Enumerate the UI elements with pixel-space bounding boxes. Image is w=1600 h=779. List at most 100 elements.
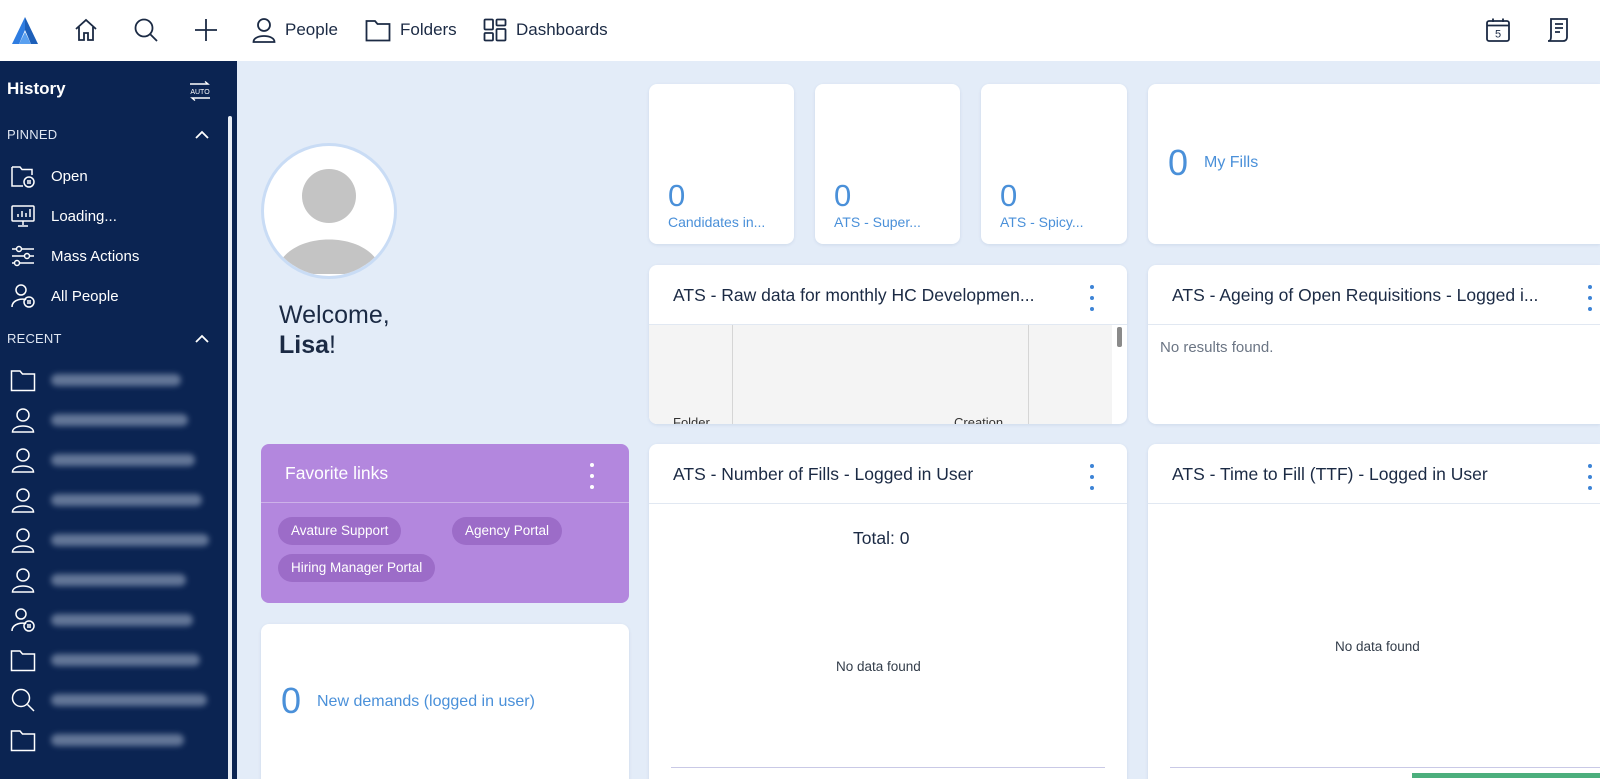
sidebar-item-loading[interactable]: Loading... xyxy=(10,196,225,236)
sidebar-item-open[interactable]: Open xyxy=(10,156,225,196)
new-demands-card[interactable]: 0 New demands (logged in user) xyxy=(261,624,629,779)
search-icon xyxy=(10,687,36,713)
redacted-label xyxy=(51,494,202,506)
sidebar-scrollbar[interactable] xyxy=(228,116,232,779)
redacted-label xyxy=(51,374,181,386)
auto-label: AUTO xyxy=(190,89,210,96)
my-fills-label: My Fills xyxy=(1204,154,1259,171)
column-header-creation[interactable]: Creation xyxy=(954,415,1003,424)
nav-folders-label: Folders xyxy=(400,20,457,39)
favorite-link-hiring-manager-portal[interactable]: Hiring Manager Portal xyxy=(278,554,436,582)
fills-total: Total: 0 xyxy=(853,528,910,548)
widget-number-of-fills: ATS - Number of Fills - Logged in User T… xyxy=(649,444,1127,779)
widget-raw-data: ATS - Raw data for monthly HC Developmen… xyxy=(649,265,1127,424)
kebab-menu-icon[interactable] xyxy=(589,463,595,489)
widget-title: ATS - Number of Fills - Logged in User xyxy=(673,464,974,484)
person-icon xyxy=(252,18,276,43)
search-icon[interactable] xyxy=(130,14,162,46)
stat-label: ATS - Spicy... xyxy=(1000,214,1084,230)
auto-toggle-icon[interactable]: AUTO xyxy=(188,80,212,102)
redacted-label xyxy=(51,534,209,546)
sidebar-item-label: Mass Actions xyxy=(51,247,140,265)
folder-icon xyxy=(10,647,36,673)
redacted-label xyxy=(51,654,200,666)
sidebar-recent-item[interactable] xyxy=(10,600,225,640)
sidebar-recent-item[interactable] xyxy=(10,680,225,720)
dashboard-grid-icon xyxy=(483,18,507,42)
history-sidebar: History AUTO PINNED Open Loading... Mass… xyxy=(0,61,237,779)
sliders-icon xyxy=(10,243,36,269)
redacted-label xyxy=(51,694,207,706)
column-header-folder[interactable]: Folder xyxy=(673,415,710,424)
chart-board-icon xyxy=(10,203,36,229)
favorite-link-agency-portal[interactable]: Agency Portal xyxy=(452,517,563,545)
table-scrollbar[interactable] xyxy=(1117,327,1122,347)
chart-baseline xyxy=(671,767,1105,768)
top-bar: People Folders Dashboards 5 xyxy=(0,0,1600,61)
person-icon xyxy=(10,527,36,553)
chevron-up-icon[interactable] xyxy=(194,334,210,344)
new-demands-value: 0 xyxy=(281,680,302,721)
calendar-day: 5 xyxy=(1495,29,1501,41)
person-icon xyxy=(10,407,36,433)
welcome-greeting: Welcome, xyxy=(279,301,390,329)
person-icon xyxy=(10,567,36,593)
kebab-menu-icon[interactable] xyxy=(1089,285,1095,311)
stat-card-my-fills[interactable]: 0 My Fills xyxy=(1148,84,1600,244)
chart-baseline xyxy=(1170,767,1600,768)
recent-section-label: RECENT xyxy=(7,331,62,346)
sidebar-recent-item[interactable] xyxy=(10,360,225,400)
stat-label: Candidates in... xyxy=(668,214,766,230)
kebab-menu-icon[interactable] xyxy=(1587,285,1593,311)
redacted-label xyxy=(51,614,193,626)
stat-label: ATS - Super... xyxy=(834,214,921,230)
kebab-menu-icon[interactable] xyxy=(1089,464,1095,490)
sidebar-recent-item[interactable] xyxy=(10,480,225,520)
user-name: Lisa xyxy=(279,331,330,359)
folder-icon xyxy=(10,727,36,753)
sidebar-item-all-people[interactable]: All People xyxy=(10,276,225,316)
sidebar-recent-item[interactable] xyxy=(10,520,225,560)
redacted-label xyxy=(51,574,186,586)
nav-people[interactable]: People xyxy=(252,14,338,46)
sidebar-recent-item[interactable] xyxy=(10,400,225,440)
stat-value: 0 xyxy=(834,178,852,213)
notes-icon[interactable] xyxy=(1542,14,1574,46)
add-icon[interactable] xyxy=(190,14,222,46)
widget-ageing: ATS - Ageing of Open Requisitions - Logg… xyxy=(1148,265,1600,424)
widget-title: ATS - Raw data for monthly HC Developmen… xyxy=(673,285,1035,305)
sidebar-recent-item[interactable] xyxy=(10,720,225,760)
pinned-section-label: PINNED xyxy=(7,127,58,142)
nav-people-label: People xyxy=(285,20,338,39)
sidebar-title: History xyxy=(7,79,66,98)
sidebar-recent-item[interactable] xyxy=(10,560,225,600)
person-icon xyxy=(10,447,36,473)
person-icon xyxy=(10,487,36,513)
calendar-icon[interactable]: 5 xyxy=(1482,14,1514,46)
sidebar-item-label: Loading... xyxy=(51,207,117,225)
widget-title: Favorite links xyxy=(285,463,389,483)
welcome-message: Welcome, Lisa! xyxy=(279,300,390,360)
chevron-up-icon[interactable] xyxy=(194,130,210,140)
app-logo[interactable] xyxy=(10,15,40,45)
favorite-link-avature-support[interactable]: Avature Support xyxy=(278,517,402,545)
stat-value: 0 xyxy=(668,178,686,213)
stat-card-ats-super[interactable]: 0 ATS - Super... xyxy=(815,84,960,244)
redacted-label xyxy=(51,454,195,466)
stat-card-ats-spicy[interactable]: 0 ATS - Spicy... xyxy=(981,84,1127,244)
sidebar-recent-item[interactable] xyxy=(10,640,225,680)
nav-folders[interactable]: Folders xyxy=(365,14,457,46)
nav-dashboards[interactable]: Dashboards xyxy=(483,14,608,46)
kebab-menu-icon[interactable] xyxy=(1587,464,1593,490)
person-list-icon xyxy=(10,607,36,633)
folder-icon xyxy=(10,367,36,393)
nav-dashboards-label: Dashboards xyxy=(516,20,608,39)
sidebar-recent-item[interactable] xyxy=(10,440,225,480)
avatar[interactable] xyxy=(261,143,397,279)
empty-message: No data found xyxy=(836,659,921,674)
home-icon[interactable] xyxy=(70,14,102,46)
folder-list-icon xyxy=(10,163,36,189)
stat-card-candidates[interactable]: 0 Candidates in... xyxy=(649,84,794,244)
sidebar-item-mass-actions[interactable]: Mass Actions xyxy=(10,236,225,276)
new-demands-label: New demands (logged in user) xyxy=(317,693,535,710)
